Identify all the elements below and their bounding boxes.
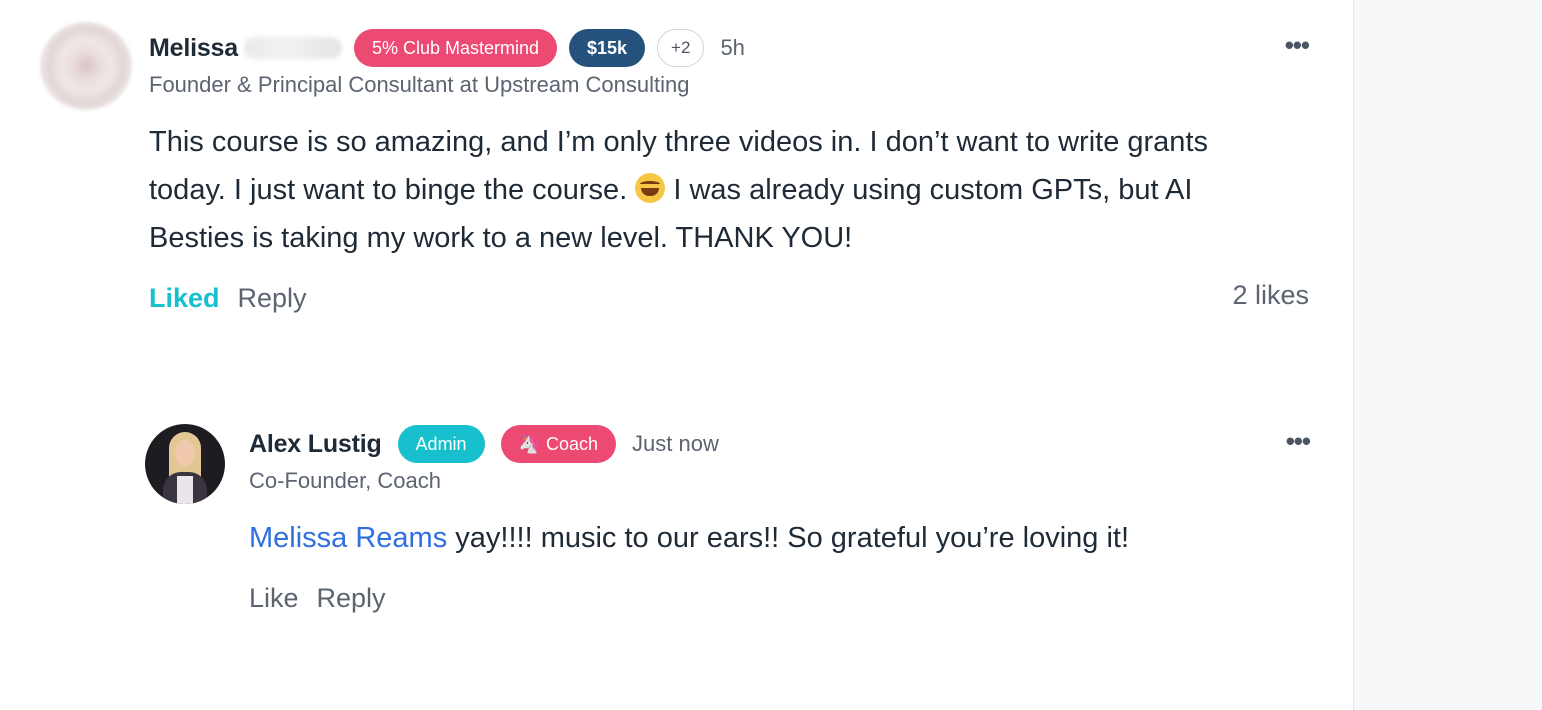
badge-more[interactable]: +2 — [657, 29, 705, 67]
reply-body: Alex Lustig Admin 🦄 Coach Just now ••• C… — [249, 418, 1311, 616]
right-sidebar — [1353, 0, 1542, 710]
reply-text-content: yay!!!! music to our ears!! So grateful … — [447, 522, 1130, 554]
comment-actions: Liked Reply 2 likes — [149, 280, 1309, 316]
reply-actions: Like Reply — [249, 580, 1310, 616]
timestamp: Just now — [632, 431, 719, 456]
more-options-icon[interactable]: ••• — [1286, 426, 1311, 457]
badge-mastermind: 5% Club Mastermind — [353, 29, 557, 67]
reply-button[interactable]: Reply — [317, 583, 386, 614]
comment-header: Melissa 5% Club Mastermind $15k +2 5h ••… — [149, 22, 1310, 74]
author-name[interactable]: Alex Lustig — [249, 430, 382, 459]
author-headline: Founder & Principal Consultant at Upstre… — [149, 72, 690, 97]
laughing-emoji-icon — [635, 173, 666, 203]
like-button[interactable]: Like — [249, 583, 299, 614]
avatar[interactable] — [145, 424, 225, 504]
reply-text: Melissa Reams yay!!!! music to our ears!… — [249, 514, 1169, 562]
reply-header: Alex Lustig Admin 🦄 Coach Just now ••• — [249, 418, 1311, 470]
likes-count[interactable]: 2 likes — [1232, 280, 1309, 311]
timestamp: 5h — [720, 35, 745, 60]
author-headline: Co-Founder, Coach — [249, 468, 441, 493]
badge-level: $15k — [569, 29, 646, 67]
redacted-surname — [243, 37, 342, 59]
comment-text: This course is so amazing, and I’m only … — [149, 118, 1239, 262]
author-name[interactable]: Melissa — [149, 34, 238, 63]
community-page: Melissa 5% Club Mastermind $15k +2 5h ••… — [0, 0, 1542, 710]
badge-coach: 🦄 Coach — [500, 425, 617, 463]
more-options-icon[interactable]: ••• — [1285, 30, 1310, 61]
avatar[interactable] — [40, 22, 132, 110]
reply-button[interactable]: Reply — [238, 283, 307, 314]
badge-admin: Admin — [397, 425, 485, 463]
comment-body: Melissa 5% Club Mastermind $15k +2 5h ••… — [149, 22, 1310, 316]
liked-button[interactable]: Liked — [149, 283, 220, 314]
mention-link[interactable]: Melissa Reams — [249, 522, 447, 554]
